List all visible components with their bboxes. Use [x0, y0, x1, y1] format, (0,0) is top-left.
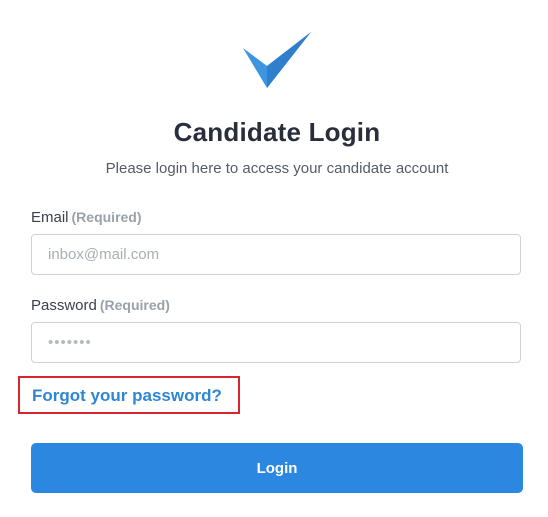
password-required-tag: (Required)	[99, 297, 170, 313]
email-field[interactable]	[32, 235, 520, 274]
password-label: Password (Required)	[31, 297, 170, 314]
email-required-tag: (Required)	[71, 209, 142, 225]
email-field-container	[31, 234, 521, 275]
checkmark-logo-icon	[243, 32, 311, 88]
login-button[interactable]: Login	[31, 443, 523, 493]
email-label-text: Email	[31, 209, 69, 226]
page-title: Candidate Login	[173, 117, 381, 147]
password-field[interactable]	[32, 323, 520, 362]
email-label: Email (Required)	[31, 209, 142, 226]
password-field-container: •••••••	[31, 322, 521, 363]
forgot-password-link[interactable]: Forgot your password?	[32, 386, 222, 406]
page-subtitle: Please login here to access your candida…	[105, 160, 449, 177]
forgot-password-highlight: Forgot your password?	[18, 376, 240, 414]
password-label-text: Password	[31, 297, 97, 314]
